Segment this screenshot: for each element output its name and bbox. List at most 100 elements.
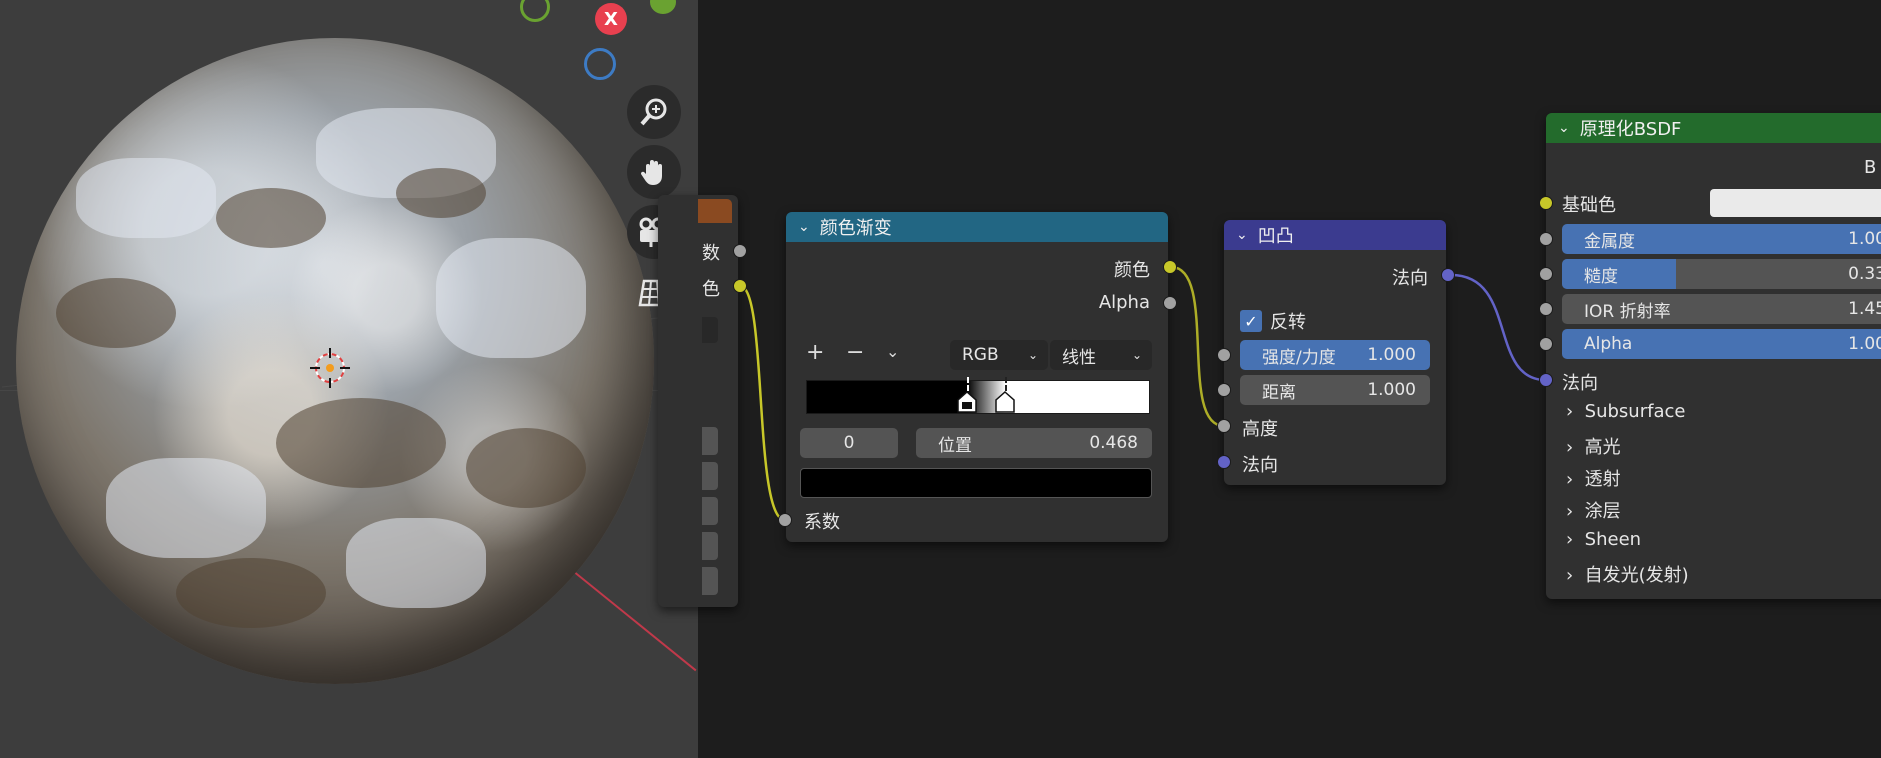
height-input-socket[interactable] xyxy=(1217,419,1231,433)
color-mode-value: RGB xyxy=(962,345,999,365)
add-stop-icon[interactable]: + xyxy=(806,340,824,365)
color-ramp-gradient[interactable] xyxy=(806,377,1150,414)
factor-input-label: 系数 xyxy=(804,512,840,533)
invert-checkbox-row[interactable]: ✓ 反转 xyxy=(1240,308,1306,334)
ior-label: IOR 折射率 xyxy=(1584,301,1671,322)
y-axis-gizmo-icon[interactable] xyxy=(520,0,550,22)
distance-field[interactable]: 距离 1.000 xyxy=(1240,375,1430,405)
chevron-right-icon: › xyxy=(1566,469,1574,490)
panel-label: Subsurface xyxy=(1584,401,1686,422)
sphere-texture xyxy=(396,168,486,218)
pan-button[interactable] xyxy=(627,145,681,199)
sphere-texture xyxy=(176,558,326,628)
partial-node-output-label: 数 xyxy=(702,243,720,264)
color-mode-dropdown[interactable]: RGB ⌄ xyxy=(950,340,1048,370)
base-color-swatch[interactable] xyxy=(1710,189,1881,217)
color-ramp-header[interactable]: ⌄ 颜色渐变 xyxy=(786,212,1168,242)
bump-normal-output-socket[interactable] xyxy=(1441,268,1455,282)
alpha-output-socket[interactable] xyxy=(1163,296,1177,310)
base-color-input-socket[interactable] xyxy=(1539,196,1553,210)
color-ramp-title: 颜色渐变 xyxy=(819,218,892,239)
partial-texture-node[interactable]: 数 色 xyxy=(658,195,738,607)
stop-color-swatch[interactable] xyxy=(800,468,1152,498)
bump-node[interactable]: ⌄ 凹凸 法向 ✓ 反转 强度/力度 1.000 距离 1.000 高度 法向 xyxy=(1224,220,1446,485)
bump-title: 凹凸 xyxy=(1257,226,1294,247)
partial-field[interactable] xyxy=(702,567,718,595)
partial-field[interactable] xyxy=(702,462,718,490)
panel-label: 涂层 xyxy=(1584,501,1621,522)
neg-z-axis-gizmo-icon[interactable] xyxy=(584,48,616,80)
3d-cursor-icon[interactable] xyxy=(310,348,350,388)
bump-header[interactable]: ⌄ 凹凸 xyxy=(1224,220,1446,250)
position-field[interactable]: 位置 0.468 xyxy=(916,428,1152,458)
panel-emission[interactable]: › 自发光(发射) xyxy=(1566,561,1689,587)
bsdf-normal-input-socket[interactable] xyxy=(1539,373,1553,387)
strength-value: 1.000 xyxy=(1367,345,1416,365)
panel-coat[interactable]: › 涂层 xyxy=(1566,497,1621,523)
strength-input-socket[interactable] xyxy=(1217,348,1231,362)
partial-node-socket[interactable] xyxy=(733,244,747,258)
3d-viewport[interactable]: X xyxy=(0,0,698,758)
distance-input-socket[interactable] xyxy=(1217,383,1231,397)
ior-input-socket[interactable] xyxy=(1539,302,1553,316)
color-output-socket[interactable] xyxy=(1163,260,1177,274)
partial-field[interactable] xyxy=(702,497,718,525)
metallic-label: 金属度 xyxy=(1584,231,1635,252)
bsdf-output-label: B xyxy=(1864,157,1877,178)
sphere-texture xyxy=(56,278,176,348)
zoom-button[interactable] xyxy=(627,85,681,139)
chevron-down-icon[interactable]: ⌄ xyxy=(1236,227,1248,243)
principled-bsdf-node[interactable]: ⌄ 原理化BSDF B 基础色 金属度 1.00 糙度 0.33 IOR 折射率… xyxy=(1546,113,1881,599)
panel-label: Sheen xyxy=(1584,529,1642,550)
panel-sheen[interactable]: › Sheen xyxy=(1566,529,1641,550)
stop-index-field[interactable]: 0 xyxy=(800,428,898,458)
factor-input-socket[interactable] xyxy=(778,513,792,527)
panel-transmission[interactable]: › 透射 xyxy=(1566,465,1621,491)
alpha-label: Alpha xyxy=(1584,334,1633,354)
panel-subsurface[interactable]: › Subsurface xyxy=(1566,401,1685,422)
chevron-right-icon: › xyxy=(1566,565,1574,586)
interpolation-value: 线性 xyxy=(1062,347,1096,368)
partial-node-output-label: 色 xyxy=(702,279,720,300)
partial-dropdown[interactable] xyxy=(702,317,718,343)
sphere-texture xyxy=(106,458,266,558)
strength-field[interactable]: 强度/力度 1.000 xyxy=(1240,340,1430,370)
invert-checkbox[interactable]: ✓ xyxy=(1240,310,1262,332)
normal-output-label: 法向 xyxy=(1392,268,1428,289)
chevron-down-icon[interactable]: ⌄ xyxy=(798,219,810,235)
chevron-right-icon: › xyxy=(1566,501,1574,522)
normal-input-label: 法向 xyxy=(1242,455,1278,476)
panel-label: 透射 xyxy=(1584,469,1621,490)
panel-label: 高光 xyxy=(1584,437,1621,458)
ior-field[interactable]: IOR 折射率 1.45 xyxy=(1562,294,1881,324)
bsdf-normal-label: 法向 xyxy=(1562,373,1598,394)
height-input-label: 高度 xyxy=(1242,419,1278,440)
color-ramp-node[interactable]: ⌄ 颜色渐变 颜色 Alpha + − ⌄ RGB ⌄ 线性 ⌄ 0 位置 0.… xyxy=(786,212,1168,542)
roughness-input-socket[interactable] xyxy=(1539,267,1553,281)
alpha-field[interactable]: Alpha 1.00 xyxy=(1562,329,1881,359)
bump-normal-input-socket[interactable] xyxy=(1217,455,1231,469)
hand-icon xyxy=(640,160,662,185)
sphere-texture xyxy=(216,188,326,248)
sphere-texture xyxy=(76,158,216,238)
metallic-field[interactable]: 金属度 1.00 xyxy=(1562,224,1881,254)
distance-value: 1.000 xyxy=(1367,380,1416,400)
partial-node-socket[interactable] xyxy=(733,279,747,293)
partial-field[interactable] xyxy=(702,427,718,455)
x-axis-gizmo-icon[interactable]: X xyxy=(595,3,627,35)
z-axis-gizmo-icon[interactable] xyxy=(650,0,676,14)
remove-stop-icon[interactable]: − xyxy=(846,340,864,365)
shader-node-editor[interactable]: 数 色 ⌄ 颜色渐变 颜色 Alpha + − ⌄ RGB ⌄ 线性 ⌄ 0 位… xyxy=(658,0,1881,758)
partial-field[interactable] xyxy=(702,532,718,560)
panel-specular[interactable]: › 高光 xyxy=(1566,433,1621,459)
bsdf-header[interactable]: ⌄ 原理化BSDF xyxy=(1546,113,1881,143)
chevron-right-icon: › xyxy=(1566,401,1574,422)
roughness-field[interactable]: 糙度 0.33 xyxy=(1562,259,1881,289)
x-axis-label: X xyxy=(604,8,618,30)
chevron-down-icon[interactable]: ⌄ xyxy=(1558,120,1570,136)
metallic-input-socket[interactable] xyxy=(1539,232,1553,246)
ramp-menu-chevron-icon[interactable]: ⌄ xyxy=(886,342,899,361)
interpolation-dropdown[interactable]: 线性 ⌄ xyxy=(1050,340,1152,370)
alpha-input-socket[interactable] xyxy=(1539,337,1553,351)
sphere-texture xyxy=(436,238,586,358)
